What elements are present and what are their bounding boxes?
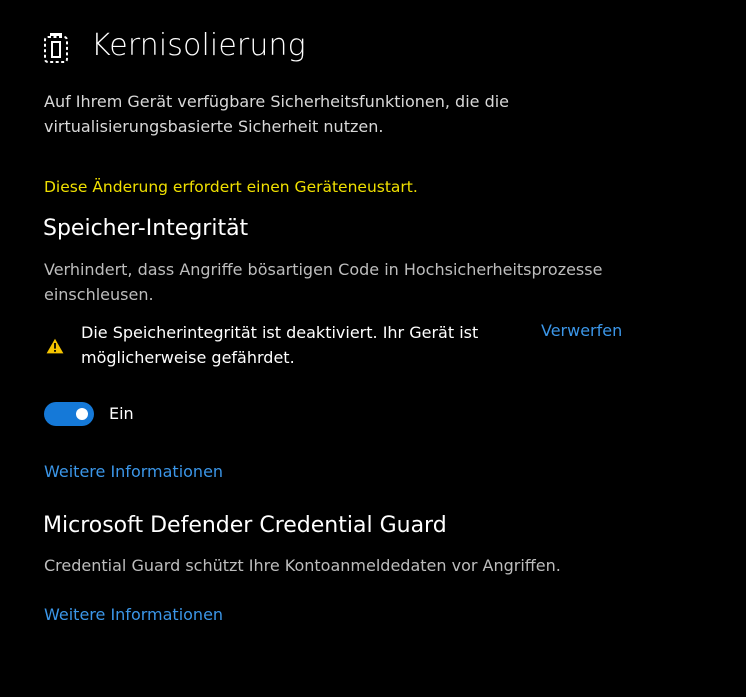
credential-guard-description: Credential Guard schützt Ihre Kontoanmel… — [44, 556, 561, 575]
memory-integrity-toggle[interactable] — [44, 402, 94, 426]
page-description: Auf Ihrem Gerät verfügbare Sicherheitsfu… — [44, 92, 510, 136]
warning-icon — [46, 338, 64, 354]
credential-guard-heading: Microsoft Defender Credential Guard — [43, 513, 447, 538]
toggle-knob — [76, 408, 88, 420]
core-isolation-page: Kernisolierung Auf Ihrem Gerät verfügbar… — [0, 0, 746, 697]
memory-integrity-toggle-label: Ein — [109, 404, 134, 423]
core-isolation-icon — [44, 33, 68, 63]
memory-integrity-heading: Speicher-Integrität — [43, 216, 249, 241]
restart-notice: Diese Änderung erfordert einen Geräteneu… — [44, 178, 418, 196]
memory-integrity-more-info-link[interactable]: Weitere Informationen — [44, 462, 223, 481]
page-title: Kernisolierung — [91, 28, 306, 63]
dismiss-warning-link[interactable]: Verwerfen — [541, 321, 622, 340]
credential-guard-more-info-link[interactable]: Weitere Informationen — [44, 605, 223, 624]
memory-integrity-warning-text: Die Speicherintegrität ist deaktiviert. … — [81, 323, 479, 367]
memory-integrity-description: Verhindert, dass Angriffe bösartigen Cod… — [44, 260, 603, 304]
